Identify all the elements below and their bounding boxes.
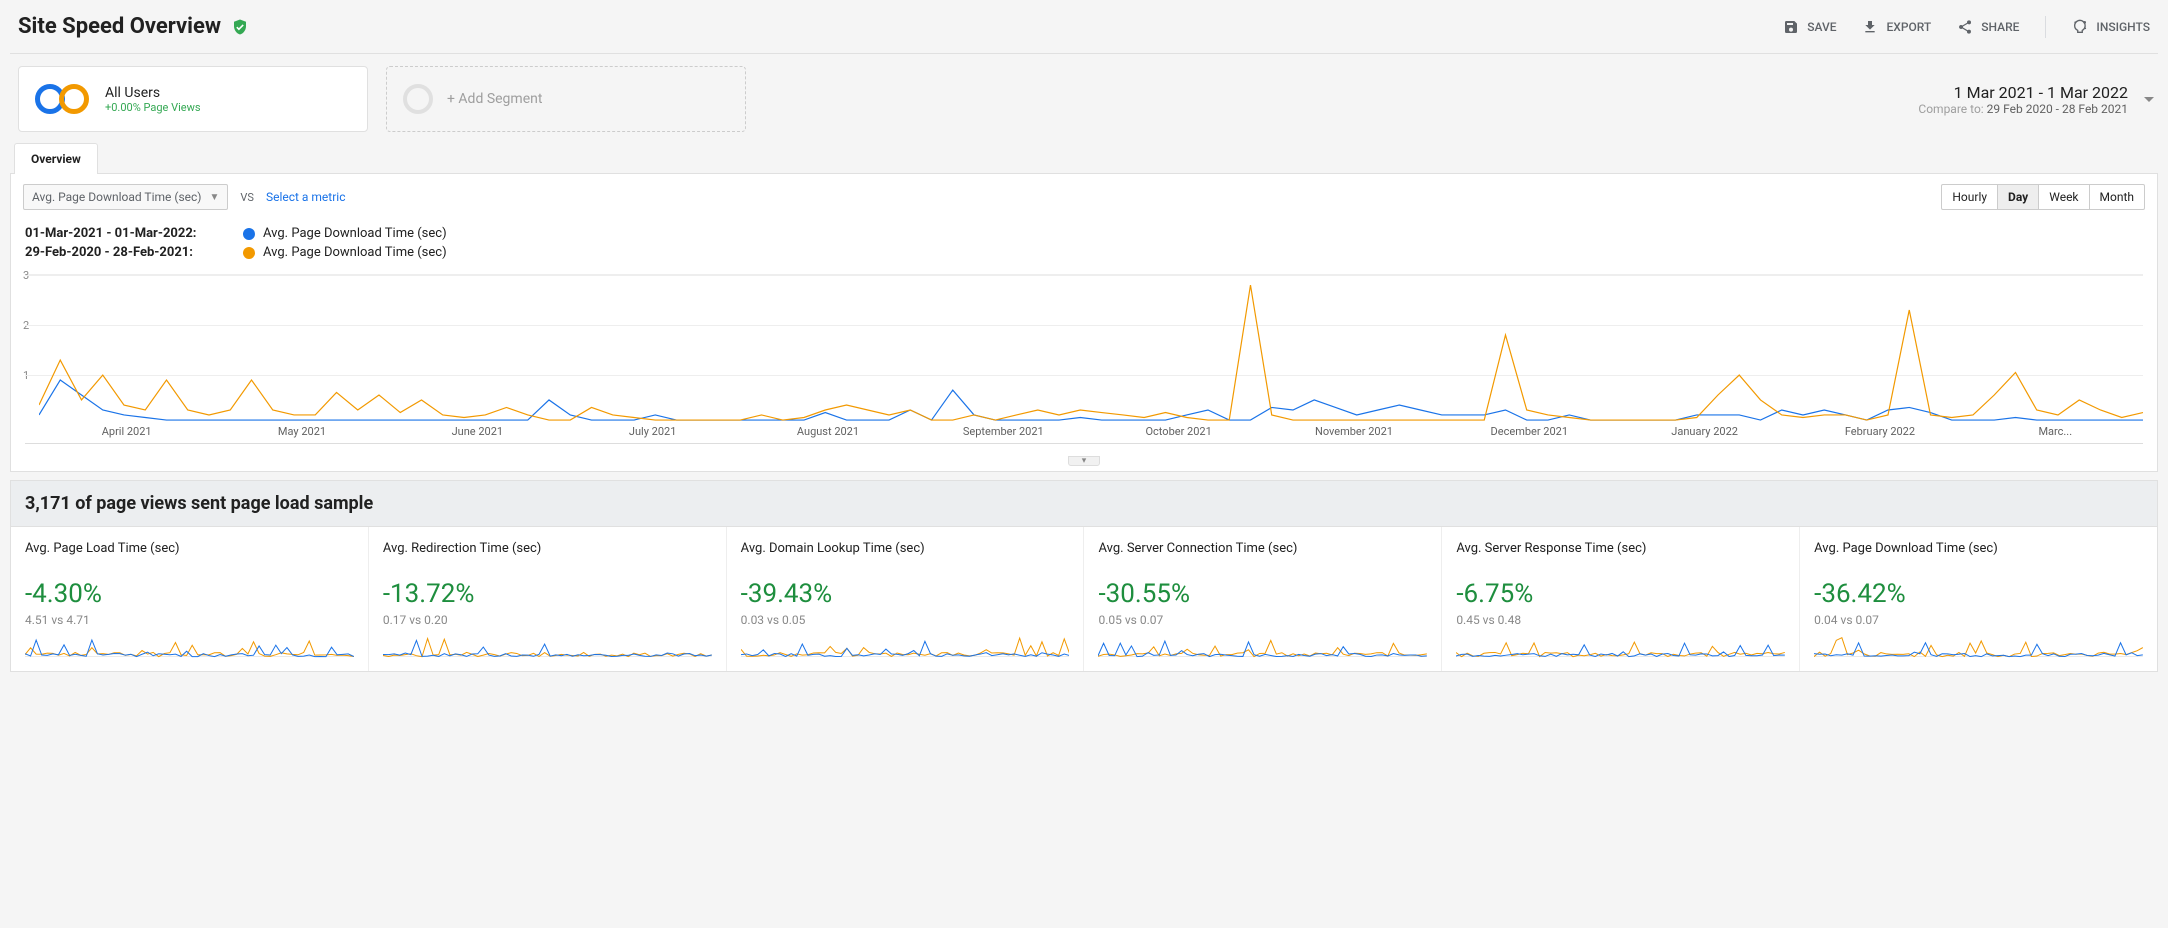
empty-circle-icon xyxy=(403,84,433,114)
segment-all-users[interactable]: All Users +0.00% Page Views xyxy=(18,66,368,132)
metric-title: Avg. Server Response Time (sec) xyxy=(1456,541,1785,573)
metric-sparkline xyxy=(25,633,354,661)
segment-subtitle: +0.00% Page Views xyxy=(105,101,201,114)
save-button[interactable]: SAVE xyxy=(1783,19,1836,35)
date-range-compare: Compare to: 29 Feb 2020 - 28 Feb 2021 xyxy=(1918,102,2128,116)
metric-comparison: 0.05 vs 0.07 xyxy=(1098,613,1427,627)
metric-sparkline xyxy=(741,633,1070,661)
legend-dot-blue-icon xyxy=(243,228,255,240)
metric-card[interactable]: Avg. Server Response Time (sec) -6.75% 0… xyxy=(1442,527,1800,671)
page-title: Site Speed Overview xyxy=(18,14,221,39)
metric-title: Avg. Server Connection Time (sec) xyxy=(1098,541,1427,573)
metric-sparkline xyxy=(1098,633,1427,661)
metric-card[interactable]: Avg. Page Load Time (sec) -4.30% 4.51 vs… xyxy=(11,527,369,671)
metric-percent: -30.55% xyxy=(1098,579,1427,609)
metric-sparkline xyxy=(383,633,712,661)
metric-card[interactable]: Avg. Domain Lookup Time (sec) -39.43% 0.… xyxy=(727,527,1085,671)
time-month[interactable]: Month xyxy=(2089,185,2144,209)
metric-sparkline xyxy=(1814,633,2143,661)
chart-series-line xyxy=(39,285,2143,420)
caret-down-icon: ▼ xyxy=(210,192,220,203)
sample-info-strip: 3,171 of page views sent page load sampl… xyxy=(10,480,2158,527)
date-range-picker[interactable]: 1 Mar 2021 - 1 Mar 2022 Compare to: 29 F… xyxy=(1918,83,2154,116)
segment-rings-icon xyxy=(35,82,91,116)
time-granularity-buttons: Hourly Day Week Month xyxy=(1941,184,2145,210)
segment-title: All Users xyxy=(105,85,201,101)
share-button[interactable]: SHARE xyxy=(1957,19,2019,35)
vs-label: VS xyxy=(240,191,254,204)
metric-comparison: 0.45 vs 0.48 xyxy=(1456,613,1785,627)
metric-card[interactable]: Avg. Server Connection Time (sec) -30.55… xyxy=(1084,527,1442,671)
metric-card[interactable]: Avg. Redirection Time (sec) -13.72% 0.17… xyxy=(369,527,727,671)
metrics-grid: Avg. Page Load Time (sec) -4.30% 4.51 vs… xyxy=(10,527,2158,672)
metric-percent: -13.72% xyxy=(383,579,712,609)
time-hourly[interactable]: Hourly xyxy=(1942,185,1997,209)
insights-icon xyxy=(2072,19,2088,35)
legend-period2-dates: 29-Feb-2020 - 28-Feb-2021: xyxy=(25,245,235,260)
metric-title: Avg. Page Download Time (sec) xyxy=(1814,541,2143,573)
share-icon xyxy=(1957,19,1973,35)
metric-comparison: 4.51 vs 4.71 xyxy=(25,613,354,627)
metric-percent: -4.30% xyxy=(25,579,354,609)
metric-comparison: 0.04 vs 0.07 xyxy=(1814,613,2143,627)
select-metric-link[interactable]: Select a metric xyxy=(266,190,346,204)
date-range-main: 1 Mar 2021 - 1 Mar 2022 xyxy=(1918,83,2128,102)
metric-card[interactable]: Avg. Page Download Time (sec) -36.42% 0.… xyxy=(1800,527,2157,671)
chart-legend: 01-Mar-2021 - 01-Mar-2022: Avg. Page Dow… xyxy=(11,220,2157,274)
metric-comparison: 0.03 vs 0.05 xyxy=(741,613,1070,627)
metric-percent: -6.75% xyxy=(1456,579,1785,609)
chart-series-line xyxy=(39,380,2143,420)
metric-percent: -39.43% xyxy=(741,579,1070,609)
legend-dot-orange-icon xyxy=(243,247,255,259)
metric-title: Avg. Page Load Time (sec) xyxy=(25,541,354,573)
metric-title: Avg. Redirection Time (sec) xyxy=(383,541,712,573)
shield-check-icon xyxy=(231,18,249,36)
page-header: Site Speed Overview SAVE EXPORT SHARE IN… xyxy=(10,0,2158,54)
chart-expand-toggle[interactable]: ▾ xyxy=(11,452,2157,471)
tabs: Overview xyxy=(10,142,2158,173)
metric-controls: Avg. Page Download Time (sec) ▼ VS Selec… xyxy=(11,174,2157,220)
export-button[interactable]: EXPORT xyxy=(1862,19,1931,35)
metric-sparkline xyxy=(1456,633,1785,661)
segment-row: All Users +0.00% Page Views + Add Segmen… xyxy=(10,54,2158,142)
time-day[interactable]: Day xyxy=(1997,185,2038,209)
divider xyxy=(2045,16,2046,38)
chevron-down-icon xyxy=(2144,97,2154,102)
metric-title: Avg. Domain Lookup Time (sec) xyxy=(741,541,1070,573)
time-week[interactable]: Week xyxy=(2038,185,2088,209)
legend-period1-dates: 01-Mar-2021 - 01-Mar-2022: xyxy=(25,226,235,241)
primary-metric-select[interactable]: Avg. Page Download Time (sec) ▼ xyxy=(23,184,228,210)
save-icon xyxy=(1783,19,1799,35)
tab-overview[interactable]: Overview xyxy=(14,143,98,174)
metric-comparison: 0.17 vs 0.20 xyxy=(383,613,712,627)
insights-button[interactable]: INSIGHTS xyxy=(2072,19,2150,35)
legend-period1-metric: Avg. Page Download Time (sec) xyxy=(263,226,447,241)
legend-period2-metric: Avg. Page Download Time (sec) xyxy=(263,245,447,260)
main-chart: 123 April 2021May 2021June 2021July 2021… xyxy=(25,274,2143,444)
add-segment-button[interactable]: + Add Segment xyxy=(386,66,746,132)
export-icon xyxy=(1862,19,1878,35)
metric-percent: -36.42% xyxy=(1814,579,2143,609)
